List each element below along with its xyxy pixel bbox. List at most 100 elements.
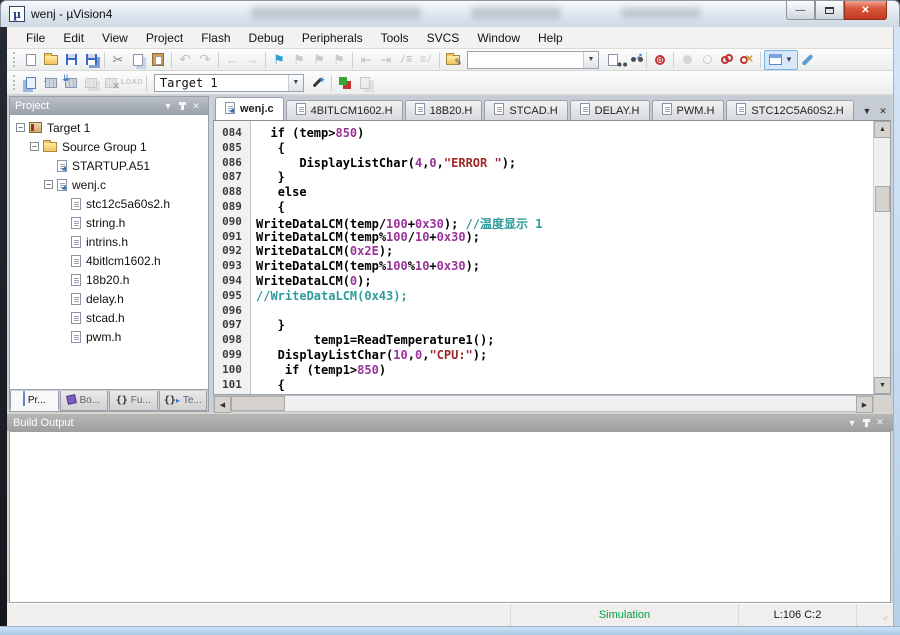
menu-svcs[interactable]: SVCS xyxy=(418,28,469,48)
uncomment-selection-icon[interactable]: ≡/ xyxy=(416,51,436,69)
pin-icon[interactable] xyxy=(175,99,189,113)
editor-tab-pwm-h[interactable]: PWM.H xyxy=(652,100,725,120)
minimize-button[interactable]: — xyxy=(786,1,815,20)
search-input[interactable] xyxy=(468,53,583,67)
code-line[interactable]: 089 { xyxy=(214,200,873,215)
code-line[interactable]: 096 xyxy=(214,304,873,319)
toolbar-grip[interactable] xyxy=(13,75,18,90)
pin-icon[interactable] xyxy=(859,416,873,430)
save-file-icon[interactable] xyxy=(61,51,81,69)
menu-flash[interactable]: Flash xyxy=(192,28,239,48)
tree-item-pwm-h[interactable]: pwm.h xyxy=(14,327,208,346)
tree-item-startup-a51[interactable]: STARTUP.A51 xyxy=(14,156,208,175)
close-button[interactable]: ✕ xyxy=(844,1,887,20)
tree-item-string-h[interactable]: string.h xyxy=(14,213,208,232)
panel-menu-icon[interactable]: ▼ xyxy=(161,99,175,113)
comment-selection-icon[interactable]: /≡ xyxy=(396,51,416,69)
tree-item-18b20-h[interactable]: 18b20.h xyxy=(14,270,208,289)
copy-icon[interactable] xyxy=(128,51,148,69)
editor-tab-18b20-h[interactable]: 18B20.H xyxy=(405,100,483,120)
batch-build-icon[interactable] xyxy=(81,74,101,92)
code-line[interactable]: 091WriteDataLCM(temp%100/10+0x30); xyxy=(214,230,873,245)
code-line[interactable]: 094WriteDataLCM(0); xyxy=(214,274,873,289)
scroll-up-icon[interactable]: ▲ xyxy=(874,121,891,138)
editor-tab-4bitlcm1602-h[interactable]: 4BITLCM1602.H xyxy=(286,100,403,120)
code-line[interactable]: 100 if (temp1>850) xyxy=(214,363,873,378)
tree-expander-icon[interactable]: − xyxy=(16,123,25,132)
close-icon[interactable]: ✕ xyxy=(873,416,887,430)
indent-icon[interactable]: ⇥ xyxy=(376,51,396,69)
menu-peripherals[interactable]: Peripherals xyxy=(293,28,372,48)
code-line[interactable]: 088 else xyxy=(214,185,873,200)
horizontal-scroll-thumb[interactable] xyxy=(231,396,285,411)
panel-tab-fu[interactable]: {}Fu... xyxy=(109,391,158,411)
toggle-bookmark-icon[interactable]: ⚑ xyxy=(269,51,289,69)
next-bookmark-icon[interactable]: ⚑ xyxy=(309,51,329,69)
vertical-scrollbar[interactable]: ▲ ▼ xyxy=(873,121,890,394)
horizontal-scroll-track[interactable] xyxy=(231,396,856,411)
code-line[interactable]: 097 } xyxy=(214,318,873,333)
menu-help[interactable]: Help xyxy=(529,28,572,48)
paste-icon[interactable] xyxy=(148,51,168,69)
code-line[interactable]: 099 DisplayListChar(10,0,"CPU:"); xyxy=(214,348,873,363)
menu-debug[interactable]: Debug xyxy=(240,28,293,48)
redo-icon[interactable]: ↷ xyxy=(195,51,215,69)
tab-close-icon[interactable]: ✕ xyxy=(875,102,891,120)
code-line[interactable]: 090WriteDataLCM(temp/100+0x30); //温度显示 1 xyxy=(214,215,873,230)
scroll-left-icon[interactable]: ◀ xyxy=(214,396,231,413)
resize-grip[interactable]: ⣠ xyxy=(857,604,893,626)
breakpoint-enable-disable-icon[interactable] xyxy=(697,51,717,69)
code-editor[interactable]: 084 if (temp>850)085 {086 DisplayListCha… xyxy=(213,120,891,395)
editor-tab-delay-h[interactable]: DELAY.H xyxy=(570,100,650,120)
breakpoint-kill-all-icon[interactable]: ✕ xyxy=(737,51,757,69)
clear-all-bookmarks-icon[interactable]: ⚑ xyxy=(329,51,349,69)
title-bar[interactable]: µ wenj - µVision4 — ✕ xyxy=(0,0,900,27)
configure-icon[interactable] xyxy=(798,51,818,69)
incremental-find-icon[interactable]: d xyxy=(650,51,670,69)
tree-item-intrins-h[interactable]: intrins.h xyxy=(14,232,208,251)
panel-tab-bo[interactable]: Bo... xyxy=(60,391,109,411)
code-line[interactable]: 095//WriteDataLCM(0x43); xyxy=(214,289,873,304)
tree-item-target-1[interactable]: −Target 1 xyxy=(14,118,208,137)
code-line[interactable]: 098 temp1=ReadTemperature1(); xyxy=(214,333,873,348)
outdent-icon[interactable]: ⇤ xyxy=(356,51,376,69)
toolbar-grip[interactable] xyxy=(13,52,18,67)
menu-view[interactable]: View xyxy=(93,28,137,48)
build-output-content[interactable] xyxy=(9,431,891,603)
maximize-button[interactable] xyxy=(815,1,844,20)
find-text-icon[interactable] xyxy=(603,51,623,69)
menu-window[interactable]: Window xyxy=(468,28,529,48)
tree-item-stcad-h[interactable]: stcad.h xyxy=(14,308,208,327)
scroll-down-icon[interactable]: ▼ xyxy=(874,377,891,394)
save-all-icon[interactable] xyxy=(81,51,101,69)
search-combobox[interactable]: ▼ xyxy=(467,51,599,69)
code-line[interactable]: 084 if (temp>850) xyxy=(214,126,873,141)
menu-tools[interactable]: Tools xyxy=(372,28,418,48)
new-file-icon[interactable] xyxy=(21,51,41,69)
navigate-back-icon[interactable]: ← xyxy=(222,51,242,69)
editor-tab-stc12c5a60s2-h[interactable]: STC12C5A60S2.H xyxy=(726,100,853,120)
navigate-forward-icon[interactable]: → xyxy=(242,51,262,69)
target-selector[interactable]: Target 1▼ xyxy=(154,74,304,92)
multi-project-workspace-icon[interactable] xyxy=(355,74,375,92)
stop-build-icon[interactable]: ✕ xyxy=(101,74,121,92)
editor-tab-wenj-c[interactable]: wenj.c xyxy=(215,97,284,120)
dropdown-arrow-icon[interactable]: ▼ xyxy=(288,75,303,91)
horizontal-scrollbar[interactable]: ◀ ▶ xyxy=(213,395,874,412)
window-layout-icon[interactable]: ▼ xyxy=(764,50,798,70)
code-line[interactable]: 093WriteDataLCM(temp%100%10+0x30); xyxy=(214,259,873,274)
previous-bookmark-icon[interactable]: ⚑ xyxy=(289,51,309,69)
breakpoint-toggle-icon[interactable] xyxy=(677,51,697,69)
menu-file[interactable]: File xyxy=(17,28,54,48)
panel-tab-te[interactable]: {}▸Te... xyxy=(159,391,208,411)
open-file-icon[interactable] xyxy=(41,51,61,69)
tab-list-dropdown-icon[interactable]: ▼ xyxy=(859,102,875,120)
manage-components-icon[interactable] xyxy=(335,74,355,92)
tree-item-stc12c5a60s2-h[interactable]: stc12c5a60s2.h xyxy=(14,194,208,213)
menu-project[interactable]: Project xyxy=(137,28,192,48)
cut-icon[interactable]: ✂ xyxy=(108,51,128,69)
find-in-files-icon[interactable]: ✎ xyxy=(443,51,463,69)
menu-edit[interactable]: Edit xyxy=(54,28,93,48)
close-icon[interactable]: ✕ xyxy=(189,99,203,113)
options-for-target-icon[interactable]: ✦ xyxy=(308,74,328,92)
